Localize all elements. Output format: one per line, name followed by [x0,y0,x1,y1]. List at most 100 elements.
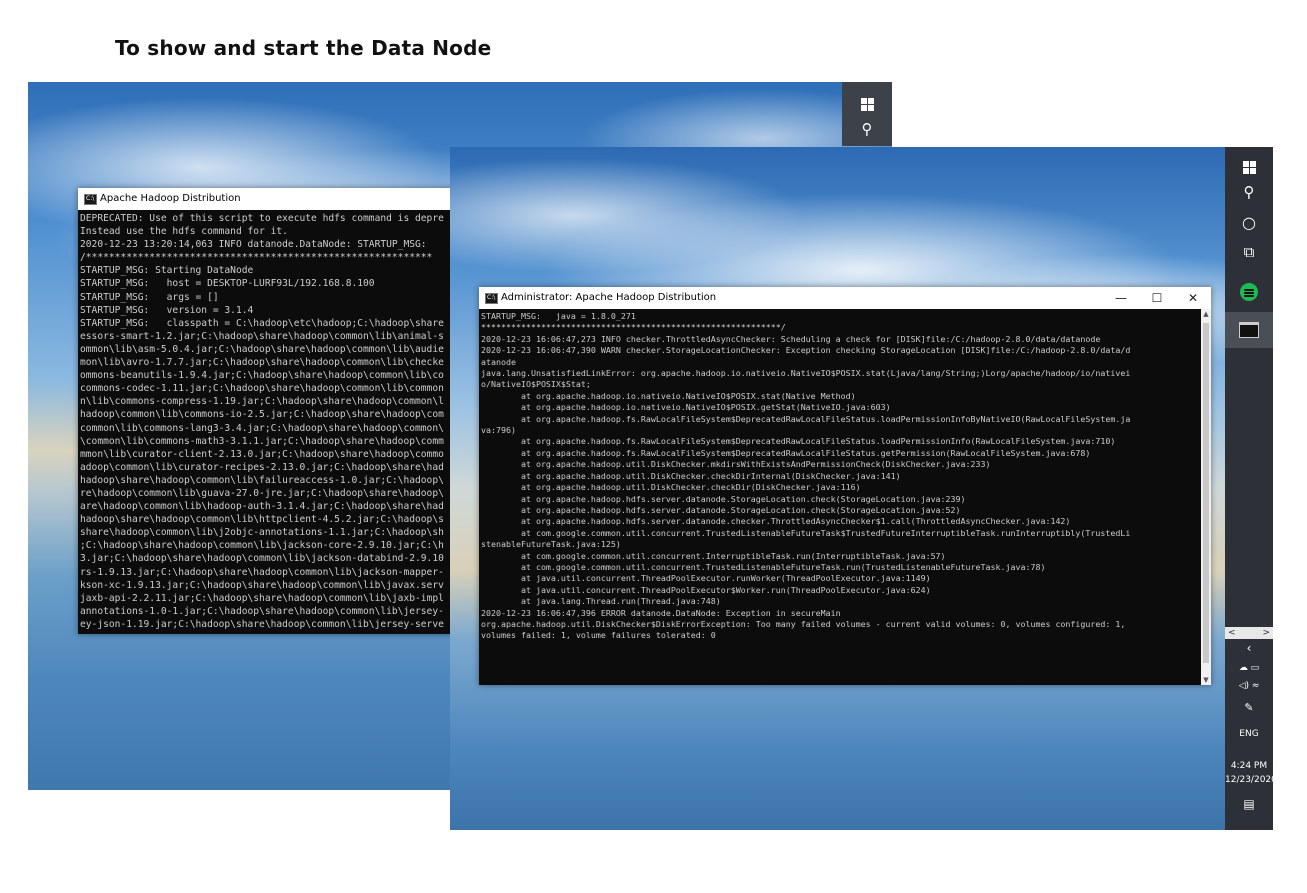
console-line: rs-1.9.13.jar;C:\hadoop\share\hadoop\com… [80,566,444,578]
console-scrollbar[interactable]: ▲ ▼ [1201,309,1211,685]
window-2-titlebar[interactable]: Administrator: Apache Hadoop Distributio… [479,287,1211,309]
console-text-1: DEPRECATED: Use of this script to execut… [80,212,458,631]
taskbar-2: ⚲ ○ ⧉ ‹ ☁ ▭ ◁) ≈ ✎ ENG 4:24 PM 12/23/202… [1225,147,1277,830]
volume-wifi-icon[interactable]: ◁) ≈ [1225,681,1273,691]
console-line: at java.util.concurrent.ThreadPoolExecut… [481,584,931,595]
clock-time: 4:24 PM [1230,761,1268,771]
console-line: STARTUP_MSG: args = [] [80,291,219,303]
console-line: STARTUP_MSG: host = DESKTOP-LURF93L/192.… [80,278,375,290]
console-line: va:796) [481,425,516,436]
clock[interactable]: 4:24 PM 12/23/2020 [1225,759,1277,787]
console-line: org.apache.hadoop.util.DiskChecker$DiskE… [481,618,1126,629]
taskbar-scroll[interactable]: < > [1225,627,1273,639]
console-line: \common\lib\commons-math3-3.1.1.jar;C:\h… [80,435,444,447]
console-line: ;C:\hadoop\share\hadoop\common\lib\jacks… [80,540,444,552]
console-line: at org.apache.hadoop.io.nativeio.NativeI… [481,390,856,401]
console-line: atanode [481,356,516,367]
minimize-button[interactable]: — [1103,287,1139,309]
console-line: volumes failed: 1, volume failures toler… [481,630,716,641]
window-2-title: Administrator: Apache Hadoop Distributio… [501,292,717,303]
console-line: at org.apache.hadoop.fs.RawLocalFileSyst… [481,447,1091,458]
console-line: are\hadoop\common\lib\hadoop-auth-3.1.4.… [80,501,444,513]
scroll-left-icon[interactable]: < [1228,627,1236,639]
console-window-1[interactable]: Apache Hadoop Distribution DEPRECATED: U… [78,188,458,634]
chevron-left-icon[interactable]: ‹ [1225,641,1273,655]
console-line: at org.apache.hadoop.fs.RawLocalFileSyst… [481,436,1116,447]
console-line: STARTUP_MSG: Starting DataNode [80,265,254,277]
scroll-right-icon[interactable]: > [1262,627,1270,639]
task-view-icon[interactable]: ⧉ [1225,243,1273,261]
console-line: o/NativeIO$POSIX$Stat; [481,379,591,390]
console-line: at org.apache.hadoop.util.DiskChecker.mk… [481,459,991,470]
page-heading: To show and start the Data Node [115,36,492,60]
console-line: at org.apache.hadoop.io.nativeio.NativeI… [481,402,891,413]
console-line: annotations-1.0-1.jar;C:\hadoop\share\ha… [80,605,444,617]
console-line: at com.google.common.util.concurrent.Tru… [481,527,1131,538]
console-line: 2020-12-23 16:06:47,396 ERROR datanode.D… [481,607,841,618]
search-icon[interactable]: ⚲ [842,120,892,138]
spotify-icon[interactable] [1225,278,1273,313]
console-text-2: STARTUP_MSG: java = 1.8.0_271 ***********… [481,311,1201,642]
console-output-1: DEPRECATED: Use of this script to execut… [78,210,458,634]
console-line: stenableFutureTask.java:125) [481,539,621,550]
close-button[interactable]: ✕ [1175,287,1211,309]
taskbar-1: ⚲ [842,82,892,146]
console-output-2: STARTUP_MSG: java = 1.8.0_271 ***********… [479,309,1201,685]
notification-icon[interactable]: ▤ [1225,797,1273,811]
onedrive-icon[interactable]: ☁ ▭ [1225,663,1273,673]
windows-start-icon[interactable] [1225,153,1273,174]
console-line: ommons-beanutils-1.9.4.jar;C:\hadoop\sha… [80,370,444,382]
console-line: /***************************************… [80,252,433,264]
cortana-icon[interactable]: ○ [1225,213,1273,232]
console-line: mmon\lib\curator-client-2.13.0.jar;C:\ha… [80,448,444,460]
console-line: STARTUP_MSG: classpath = C:\hadoop\etc\h… [80,317,444,329]
console-line: re\hadoop\common\lib\guava-27.0-jre.jar;… [80,487,444,499]
console-line: at org.apache.hadoop.fs.RawLocalFileSyst… [481,413,1131,424]
console-line: STARTUP_MSG: version = 3.1.4 [80,304,254,316]
scroll-up-icon[interactable]: ▲ [1201,309,1211,319]
pen-icon[interactable]: ✎ [1225,701,1273,714]
clock-date: 12/23/2020 [1225,775,1277,785]
console-line: 3.jar;C:\hadoop\share\hadoop\common\lib\… [80,553,444,565]
console-line: 2020-12-23 16:06:47,273 INFO checker.Thr… [481,333,1101,344]
language-indicator[interactable]: ENG [1225,729,1273,739]
console-icon [84,188,97,210]
window-1-title: Apache Hadoop Distribution [100,193,241,204]
console-window-2[interactable]: Administrator: Apache Hadoop Distributio… [479,287,1211,685]
scrollbar-thumb[interactable] [1203,323,1209,663]
console-line: at org.apache.hadoop.util.DiskChecker.ch… [481,482,861,493]
command-prompt-icon[interactable] [1225,312,1273,348]
console-line: ommon\lib\asm-5.0.4.jar;C:\hadoop\share\… [80,343,444,355]
console-line: 2020-12-23 13:20:14,063 INFO datanode.Da… [80,239,427,251]
window-1-titlebar[interactable]: Apache Hadoop Distribution [78,188,458,210]
windows-start-icon[interactable] [842,90,892,111]
console-line: 2020-12-23 16:06:47,390 WARN checker.Sto… [481,345,1131,356]
console-line: adoop\common\lib\curator-recipes-2.13.0.… [80,461,444,473]
maximize-button[interactable]: ☐ [1139,287,1175,309]
console-line: ey-json-1.19.jar;C:\hadoop\share\hadoop\… [80,618,444,630]
console-line: mon\lib\avro-1.7.7.jar;C:\hadoop\share\h… [80,357,444,369]
console-line: at com.google.common.util.concurrent.Tru… [481,561,1046,572]
console-line: hadoop\share\hadoop\common\lib\httpclien… [80,514,444,526]
console-line: essors-smart-1.2.jar;C:\hadoop\share\had… [80,330,444,342]
console-line: kson-xc-1.9.13.jar;C:\hadoop\share\hadoo… [80,579,444,591]
scroll-down-icon[interactable]: ▼ [1201,675,1211,685]
console-line: at java.util.concurrent.ThreadPoolExecut… [481,573,931,584]
console-line: at org.apache.hadoop.hdfs.server.datanod… [481,516,1071,527]
console-line: DEPRECATED: Use of this script to execut… [80,213,444,224]
console-icon [485,287,498,309]
search-icon[interactable]: ⚲ [1225,183,1273,201]
console-line: at org.apache.hadoop.hdfs.server.datanod… [481,493,966,504]
console-line: at java.lang.Thread.run(Thread.java:748) [481,596,721,607]
console-line: STARTUP_MSG: java = 1.8.0_271 [481,311,636,321]
console-line: hadoop\common\lib\commons-io-2.5.jar;C:\… [80,409,444,421]
console-line: jaxb-api-2.2.11.jar;C:\hadoop\share\hado… [80,592,444,604]
console-line: java.lang.UnsatisfiedLinkError: org.apac… [481,368,1131,379]
console-line: at org.apache.hadoop.hdfs.server.datanod… [481,504,961,515]
console-line: n\lib\commons-compress-1.19.jar;C:\hadoo… [80,396,444,408]
console-line: ****************************************… [481,322,786,333]
console-line: commons-codec-1.11.jar;C:\hadoop\share\h… [80,383,444,395]
console-line: hadoop\share\hadoop\common\lib\failureac… [80,474,444,486]
console-line: at com.google.common.util.concurrent.Int… [481,550,946,561]
console-line: share\hadoop\common\lib\j2objc-annotatio… [80,527,444,539]
